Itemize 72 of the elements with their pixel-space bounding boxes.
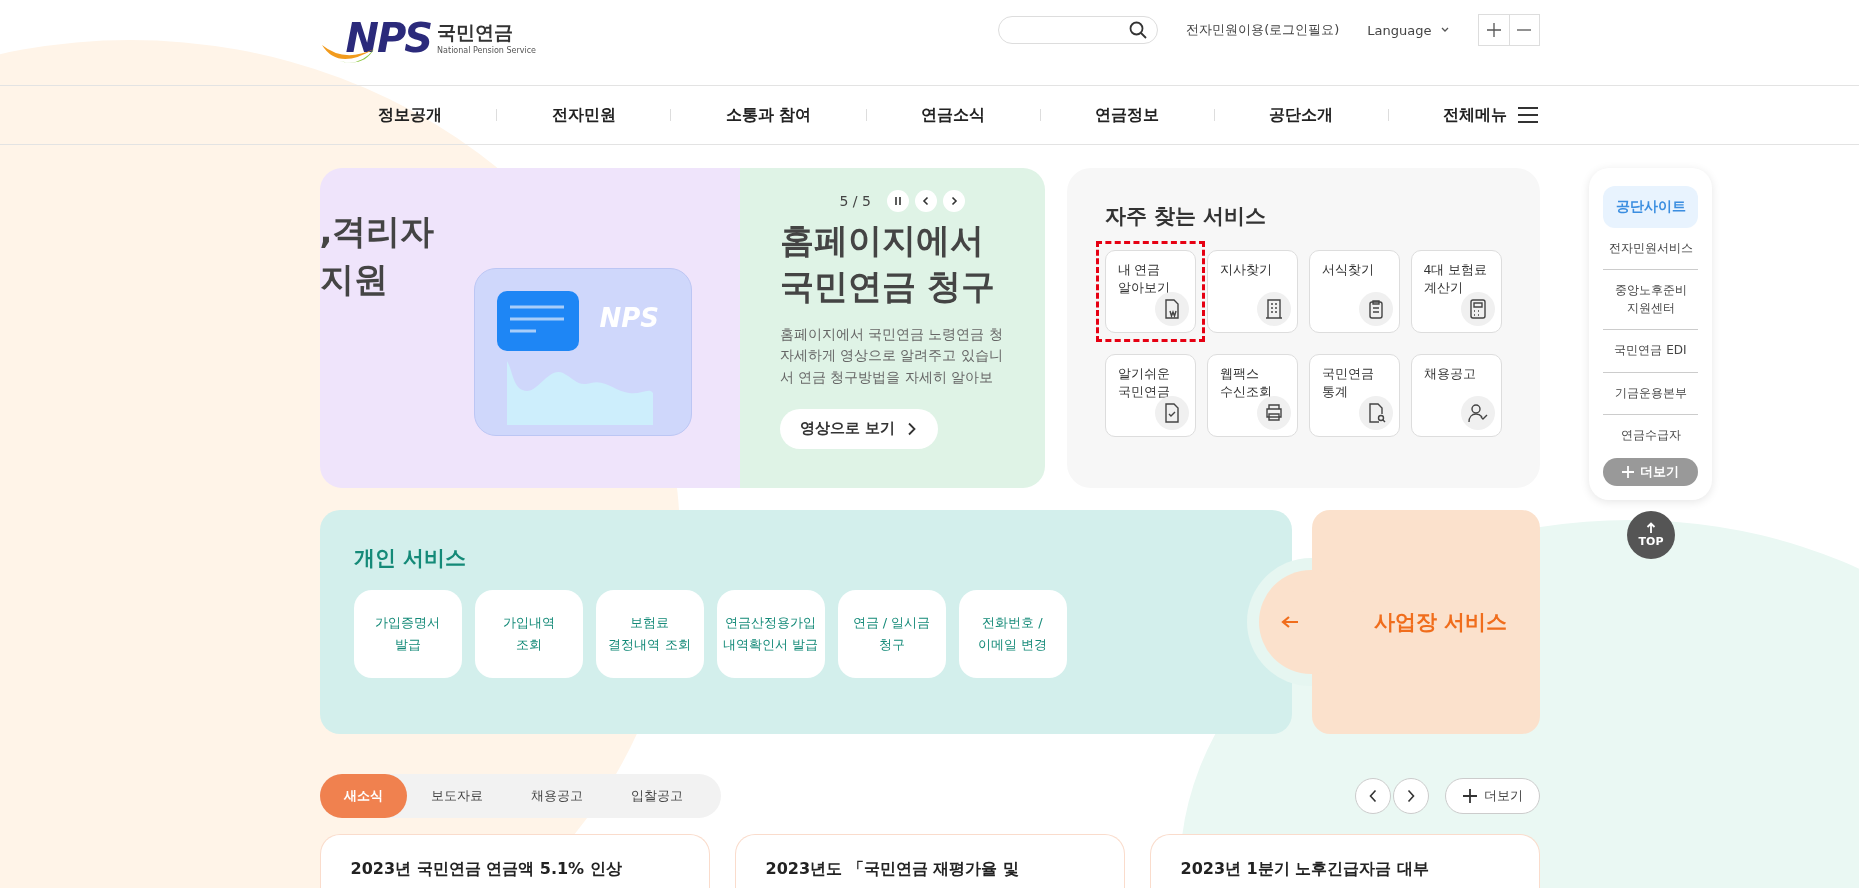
- news-card[interactable]: 2023년 1분기 노후긴급자금 대부: [1149, 834, 1540, 888]
- news-tab[interactable]: 채용공고: [506, 774, 607, 818]
- nav-item[interactable]: 소통과 참여: [725, 104, 812, 126]
- person-check-icon: [1460, 396, 1495, 430]
- chevron-left-icon: [920, 196, 931, 206]
- printer-icon: [1256, 396, 1291, 430]
- service-button[interactable]: 전화번호 / 이메일 변경: [958, 590, 1067, 678]
- news-card[interactable]: 2023년 국민연금 연금액 5.1% 인상: [319, 834, 710, 888]
- language-dropdown[interactable]: Language: [1367, 22, 1450, 38]
- chevron-right-icon: [1405, 789, 1416, 803]
- next-button[interactable]: [942, 190, 965, 212]
- service-button[interactable]: 보험료 결정내역 조회: [595, 590, 704, 678]
- search-icon[interactable]: [1129, 21, 1148, 39]
- menu-icon[interactable]: [1517, 106, 1540, 124]
- service-button[interactable]: 연금산정용가입 내역확인서 발급: [716, 590, 825, 678]
- news-card[interactable]: 2023년도 「국민연금 재평가율 및: [734, 834, 1125, 888]
- logo-name: 국민연금: [437, 20, 515, 45]
- news-tab[interactable]: 보도자료: [406, 774, 507, 818]
- won-document-icon: [1154, 292, 1189, 326]
- pause-icon: [892, 196, 903, 206]
- search-field[interactable]: [998, 16, 1159, 44]
- slide-heading: ,격리자: [319, 210, 436, 253]
- nav-item[interactable]: 정보공개: [377, 104, 442, 126]
- pause-button[interactable]: [886, 190, 909, 212]
- check-document-icon: [1154, 396, 1189, 430]
- nav-item[interactable]: 연금소식: [921, 104, 986, 126]
- logo-mark[interactable]: NPS: [345, 14, 432, 61]
- section-title: 개인 서비스: [353, 545, 467, 572]
- news-title: 2023년 1분기 노후긴급자금 대부: [1180, 859, 1429, 878]
- logo-subtitle: National Pension Service: [437, 46, 536, 55]
- service-tile[interactable]: 내 연금 알아보기: [1095, 241, 1205, 342]
- search-document-icon: [1358, 396, 1393, 430]
- slide-counter: 5 / 5: [839, 193, 871, 209]
- previous-button[interactable]: [914, 190, 937, 212]
- all-menu-button[interactable]: 전체메뉴: [1443, 104, 1540, 126]
- plus-icon: [1622, 466, 1634, 479]
- building-icon: [1256, 292, 1291, 326]
- nav-item[interactable]: 전자민원: [551, 104, 616, 126]
- slide-heading: 홈페이지에서: [779, 219, 985, 262]
- site-link[interactable]: 국민연금 EDI: [1603, 329, 1698, 372]
- site-link[interactable]: 중앙노후준비 지원센터: [1603, 269, 1698, 330]
- watch-video-button[interactable]: 영상으로 보기: [779, 408, 938, 449]
- slide-heading: 국민연금 청구: [779, 264, 997, 308]
- slide-text: 자세하게 영상으로 알려주고 있습니: [779, 346, 1004, 366]
- more-button[interactable]: 더보기: [1444, 778, 1540, 814]
- news-tab[interactable]: 입찰공고: [606, 774, 707, 818]
- section-title: 자주 찾는 서비스: [1104, 203, 1268, 230]
- slide-text: 서 연금 청구방법을 자세히 알아보: [779, 368, 995, 388]
- arrow-left-icon: [1280, 615, 1299, 629]
- nav-item[interactable]: 연금정보: [1095, 104, 1160, 126]
- news-title: 2023년 국민연금 연금액 5.1% 인상: [350, 859, 622, 878]
- chevron-right-icon: [907, 421, 918, 436]
- back-to-top-button[interactable]: TOP: [1627, 511, 1675, 559]
- service-button[interactable]: 연금 / 일시금 청구: [837, 590, 946, 678]
- site-link[interactable]: 기금운용본부: [1603, 371, 1698, 414]
- calculator-icon: [1460, 292, 1495, 326]
- service-button[interactable]: 가입증명서 발급: [353, 590, 462, 678]
- chevron-left-icon: [1367, 789, 1378, 803]
- header-link[interactable]: 전자민원이용(로그인필요): [1186, 21, 1340, 39]
- clipboard-icon: [1358, 292, 1393, 326]
- slide-text: 홈페이지에서 국민연금 노령연금 청: [779, 324, 1004, 344]
- service-button[interactable]: 가입내역 조회: [474, 590, 583, 678]
- arrow-up-icon: [1646, 522, 1656, 534]
- nav-item[interactable]: 공단소개: [1269, 104, 1334, 126]
- chevron-down-icon: [1439, 26, 1450, 34]
- site-link[interactable]: 연금수급자: [1603, 413, 1698, 457]
- news-title: 2023년도 「국민연금 재평가율 및: [765, 859, 1019, 878]
- panel-title: 공단사이트: [1603, 186, 1698, 228]
- slide-heading: 지원: [319, 257, 389, 301]
- plus-icon: [1486, 23, 1501, 37]
- plus-icon: [1461, 788, 1478, 804]
- site-link[interactable]: 전자민원서비스: [1603, 228, 1698, 270]
